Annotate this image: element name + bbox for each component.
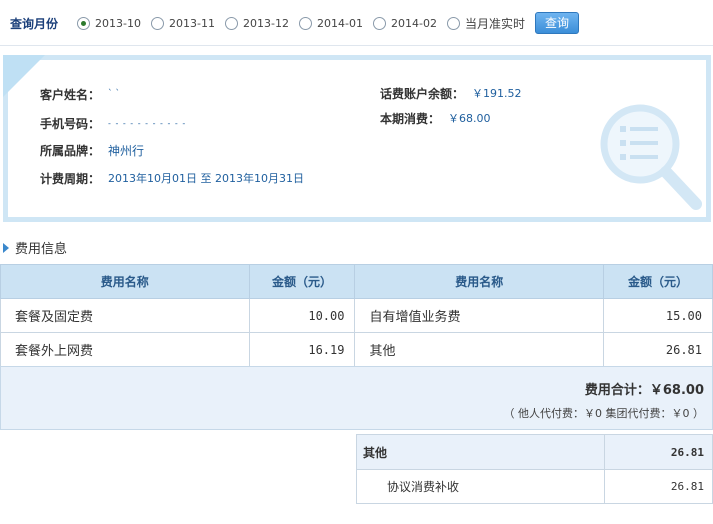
proxy-payment-info: （ 他人代付费：￥0 集团代付费：￥0 ） bbox=[503, 407, 705, 420]
phone-row: 手机号码： - - - - - - - - - - - bbox=[40, 114, 186, 132]
fee-name-cell: 自有增值业务费 bbox=[354, 298, 605, 333]
fee-info-section-header: 费用信息 bbox=[0, 238, 67, 257]
phone-label: 手机号码： bbox=[40, 116, 101, 131]
month-option-label: 2014-02 bbox=[391, 16, 437, 30]
month-option-label: 2013-11 bbox=[169, 16, 215, 30]
detail-item-label: 协议消费补收 bbox=[355, 469, 606, 504]
month-option-label: 2013-12 bbox=[243, 16, 289, 30]
radio-icon[interactable] bbox=[447, 16, 460, 30]
customer-name-row: 客户姓名： ` ` bbox=[40, 85, 120, 103]
current-consumption-label: 本期消费： bbox=[380, 111, 441, 126]
current-consumption-value: ￥68.00 bbox=[448, 112, 491, 125]
month-option-2013-10[interactable]: 2013-10 bbox=[77, 14, 141, 32]
month-option-2014-01[interactable]: 2014-01 bbox=[299, 14, 363, 32]
radio-icon[interactable] bbox=[299, 16, 312, 30]
billing-period-label: 计费周期： bbox=[40, 171, 101, 186]
other-fee-detail-table: 其他 26.81 协议消费补收 26.81 bbox=[355, 434, 713, 504]
balance-label: 话费账户余额： bbox=[380, 86, 465, 101]
fee-table: 费用名称 金额（元） 费用名称 金额（元） 套餐及固定费 10.00 自有增值业… bbox=[0, 264, 713, 367]
billing-period-row: 计费周期： 2013年10月01日 至 2013年10月31日 bbox=[40, 169, 304, 187]
query-month-label: 查询月份 bbox=[10, 17, 59, 31]
fee-amount-cell: 16.19 bbox=[248, 332, 356, 367]
radio-icon[interactable] bbox=[373, 16, 386, 30]
brand-value: 神州行 bbox=[108, 143, 145, 158]
detail-category-label: 其他 bbox=[355, 434, 606, 470]
billing-period-value: 2013年10月01日 至 2013年10月31日 bbox=[108, 172, 304, 185]
radio-icon[interactable] bbox=[77, 16, 90, 30]
fee-info-title: 费用信息 bbox=[15, 242, 68, 257]
magnifier-list-icon bbox=[600, 104, 702, 210]
customer-info-card: 客户姓名： ` ` 手机号码： - - - - - - - - - - - 所属… bbox=[3, 55, 711, 222]
month-query-bar: 查询月份 2013-10 2013-11 2013-12 2014-01 201… bbox=[0, 0, 713, 46]
fee-name-header: 费用名称 bbox=[0, 264, 250, 299]
table-row: 套餐外上网费 16.19 其他 26.81 bbox=[0, 332, 713, 367]
customer-name-value: ` ` bbox=[108, 89, 120, 99]
table-row: 协议消费补收 26.81 bbox=[355, 469, 713, 504]
corner-ribbon bbox=[3, 55, 45, 97]
month-option-label: 当月准实时 bbox=[465, 16, 526, 31]
fee-name-cell: 套餐及固定费 bbox=[0, 298, 250, 333]
table-row: 套餐及固定费 10.00 自有增值业务费 15.00 bbox=[0, 298, 713, 333]
fee-name-cell: 其他 bbox=[354, 332, 605, 367]
balance-row: 话费账户余额： ￥191.52 bbox=[380, 84, 522, 102]
balance-value: ￥191.52 bbox=[472, 87, 522, 100]
month-option-realtime[interactable]: 当月准实时 bbox=[447, 14, 525, 32]
phone-value: - - - - - - - - - - - bbox=[108, 118, 187, 128]
brand-label: 所属品牌： bbox=[40, 143, 101, 158]
customer-name-label: 客户姓名： bbox=[40, 87, 101, 102]
table-row: 其他 26.81 bbox=[355, 434, 713, 470]
brand-row: 所属品牌： 神州行 bbox=[40, 141, 144, 159]
fee-amount-cell: 10.00 bbox=[248, 298, 356, 333]
fee-amount-cell: 26.81 bbox=[603, 332, 713, 367]
radio-icon[interactable] bbox=[225, 16, 238, 30]
month-option-2013-11[interactable]: 2013-11 bbox=[151, 14, 215, 32]
month-option-2014-02[interactable]: 2014-02 bbox=[373, 14, 437, 32]
fee-total-box: 费用合计：￥68.00 （ 他人代付费：￥0 集团代付费：￥0 ） bbox=[0, 366, 713, 430]
fee-name-cell: 套餐外上网费 bbox=[0, 332, 250, 367]
month-option-label: 2013-10 bbox=[95, 16, 141, 30]
fee-name-header: 费用名称 bbox=[354, 264, 605, 299]
arrow-right-icon bbox=[3, 242, 9, 253]
month-option-2013-12[interactable]: 2013-12 bbox=[225, 14, 289, 32]
detail-item-amount: 26.81 bbox=[604, 469, 713, 504]
radio-icon[interactable] bbox=[151, 16, 164, 30]
fee-amount-header: 金额（元） bbox=[603, 264, 713, 299]
detail-category-amount: 26.81 bbox=[604, 434, 713, 470]
fee-amount-cell: 15.00 bbox=[603, 298, 713, 333]
fee-table-header: 费用名称 金额（元） 费用名称 金额（元） bbox=[0, 264, 713, 299]
month-option-label: 2014-01 bbox=[317, 16, 363, 30]
query-button[interactable]: 查询 bbox=[535, 12, 579, 34]
fee-amount-header: 金额（元） bbox=[248, 264, 356, 299]
fee-total: 费用合计：￥68.00 bbox=[584, 383, 704, 398]
current-consumption-row: 本期消费： ￥68.00 bbox=[380, 109, 491, 127]
